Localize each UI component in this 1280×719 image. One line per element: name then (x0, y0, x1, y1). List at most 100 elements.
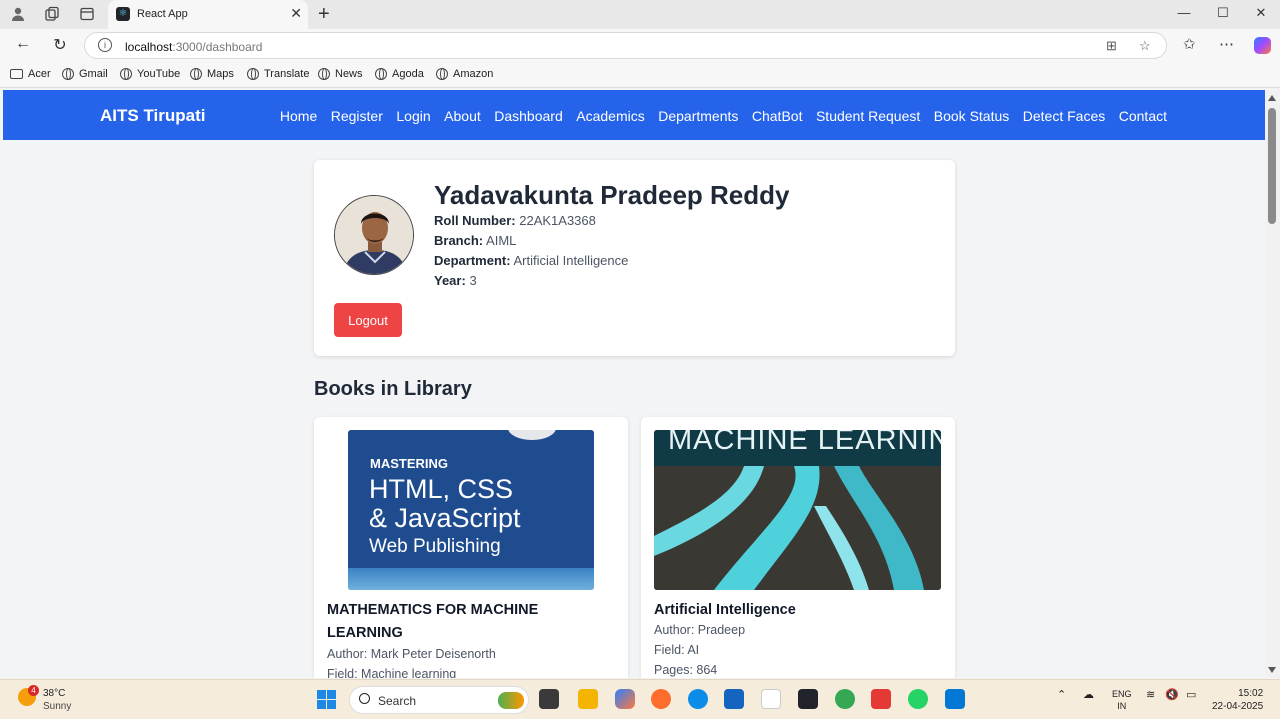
book-author: Author: Mark Peter Deisenorth (327, 647, 496, 661)
maximize-icon[interactable]: ☐ (1214, 5, 1232, 21)
weather-condition[interactable]: Sunny (43, 701, 71, 712)
battery-icon[interactable]: ▭ (1186, 688, 1196, 701)
nav-contact[interactable]: Contact (1119, 108, 1167, 124)
edge-icon[interactable] (688, 689, 708, 709)
language-indicator[interactable]: ENG IN (1112, 688, 1132, 712)
bookmarks-bar: Acer Gmail YouTube Maps Translate News A… (0, 62, 1280, 88)
book-field: Field: AI (654, 643, 700, 657)
books-section-title: Books in Library (314, 378, 472, 400)
globe-icon (120, 68, 132, 80)
bookmark-youtube[interactable]: YouTube (120, 68, 180, 80)
store-icon[interactable] (724, 689, 744, 709)
profile-name: Yadavakunta Pradeep Reddy (434, 180, 790, 210)
bookmark-amazon[interactable]: Amazon (436, 68, 493, 80)
clock[interactable]: 15:02 22-04-2025 (1212, 687, 1263, 713)
site-info-icon[interactable]: i (98, 38, 112, 52)
workspaces-icon[interactable] (43, 6, 61, 24)
book-field: Field: Machine learning (327, 667, 457, 678)
page-scrollbar[interactable] (1265, 90, 1280, 678)
chrome-icon[interactable] (835, 689, 855, 709)
nav-book-status[interactable]: Book Status (934, 108, 1010, 124)
wifi-icon[interactable]: ≋ (1146, 688, 1155, 701)
bookmark-news[interactable]: News (318, 68, 363, 80)
active-tab[interactable]: ⚛ React App ✕ (108, 0, 308, 29)
nav-chatbot[interactable]: ChatBot (752, 108, 803, 124)
close-tab-icon[interactable]: ✕ (290, 5, 302, 22)
nav-student-request[interactable]: Student Request (816, 108, 920, 124)
favorites-icon[interactable]: ✩ (1183, 35, 1196, 53)
url-text: localhost:3000/dashboard (125, 40, 263, 54)
tray-overflow-icon[interactable]: ⌃ (1057, 688, 1066, 701)
browser-tab-bar: ⚛ React App ✕ + — ☐ ✕ (0, 0, 1280, 29)
nav-departments[interactable]: Departments (658, 108, 738, 124)
close-window-icon[interactable]: ✕ (1252, 5, 1270, 21)
amazon-icon[interactable] (761, 689, 781, 709)
nav-home[interactable]: Home (280, 108, 317, 124)
bookmark-acer[interactable]: Acer (10, 68, 51, 80)
taskbar-search[interactable]: Search (349, 686, 529, 714)
nav-dashboard[interactable]: Dashboard (494, 108, 563, 124)
favorite-star-icon[interactable]: ☆ (1139, 38, 1151, 54)
nav-academics[interactable]: Academics (576, 108, 644, 124)
nav-about[interactable]: About (444, 108, 481, 124)
search-highlight-icon (498, 692, 524, 709)
nav-links: Home Register Login About Dashboard Acad… (280, 108, 1167, 124)
reload-icon[interactable]: ↻ (50, 35, 70, 55)
branch-line: Branch: AIML (434, 233, 517, 248)
wps-icon[interactable] (871, 689, 891, 709)
nav-detect-faces[interactable]: Detect Faces (1023, 108, 1105, 124)
bookmark-maps[interactable]: Maps (190, 68, 234, 80)
globe-icon (436, 68, 448, 80)
url-input[interactable]: i localhost:3000/dashboard ⊞ ☆ (84, 32, 1167, 59)
logout-button[interactable]: Logout (334, 303, 402, 337)
nav-login[interactable]: Login (396, 108, 430, 124)
book-pages: Pages: 864 (654, 663, 718, 677)
book-card[interactable]: MASTERING HTML, CSS & JavaScript Web Pub… (314, 417, 628, 678)
scroll-thumb[interactable] (1268, 108, 1276, 224)
scroll-down-icon[interactable] (1268, 667, 1276, 673)
back-icon[interactable]: ← (13, 35, 33, 53)
scroll-up-icon[interactable] (1268, 95, 1276, 101)
weather-badge: 4 (28, 685, 39, 696)
copilot-app-icon[interactable] (615, 689, 635, 709)
tab-title: React App (137, 8, 188, 20)
bookmark-agoda[interactable]: Agoda (375, 68, 424, 80)
globe-icon (247, 68, 259, 80)
address-bar-row: ← ↻ i localhost:3000/dashboard ⊞ ☆ ✩ ⋯ (0, 29, 1280, 62)
tab-actions-icon[interactable] (78, 6, 96, 24)
minimize-icon[interactable]: — (1175, 5, 1193, 20)
onedrive-icon[interactable]: ☁ (1083, 688, 1094, 701)
profile-icon[interactable] (9, 6, 27, 24)
globe-icon (62, 68, 74, 80)
split-screen-icon[interactable]: ⊞ (1106, 38, 1117, 54)
book-card[interactable]: MACHINE LEARNING Artificial Intelligence… (641, 417, 955, 678)
globe-icon (318, 68, 330, 80)
profile-card: Yadavakunta Pradeep Reddy Roll Number: 2… (314, 160, 955, 356)
nav-register[interactable]: Register (331, 108, 383, 124)
whatsapp-icon[interactable] (908, 689, 928, 709)
taskbar: 4 38°C Sunny Search ⌃ ☁ ENG IN ≋ 🔇 ▭ 15:0… (0, 679, 1280, 719)
weather-temperature[interactable]: 38°C (43, 688, 65, 699)
bookmark-gmail[interactable]: Gmail (62, 68, 108, 80)
start-icon[interactable] (317, 690, 336, 709)
book-cover: MASTERING HTML, CSS & JavaScript Web Pub… (348, 430, 594, 590)
book-cover: MACHINE LEARNING (654, 430, 941, 590)
book-title: Artificial Intelligence (654, 602, 796, 618)
search-icon (359, 693, 370, 704)
avatar (334, 195, 414, 275)
vscode-icon[interactable] (945, 689, 965, 709)
department-line: Department: Artificial Intelligence (434, 253, 629, 268)
page-viewport: AITS Tirupati Home Register Login About … (3, 90, 1265, 678)
year-line: Year: 3 (434, 273, 477, 288)
site-brand[interactable]: AITS Tirupati (100, 106, 205, 126)
react-devtools-icon[interactable] (798, 689, 818, 709)
task-view-icon[interactable] (539, 689, 559, 709)
bookmark-translate[interactable]: Translate (247, 68, 309, 80)
volume-muted-icon[interactable]: 🔇 (1165, 688, 1179, 701)
react-icon: ⚛ (116, 7, 130, 21)
copilot-icon[interactable] (1254, 37, 1271, 54)
more-menu-icon[interactable]: ⋯ (1219, 35, 1234, 53)
new-tab-icon[interactable]: + (318, 3, 330, 26)
firefox-icon[interactable] (651, 689, 671, 709)
file-explorer-icon[interactable] (578, 689, 598, 709)
